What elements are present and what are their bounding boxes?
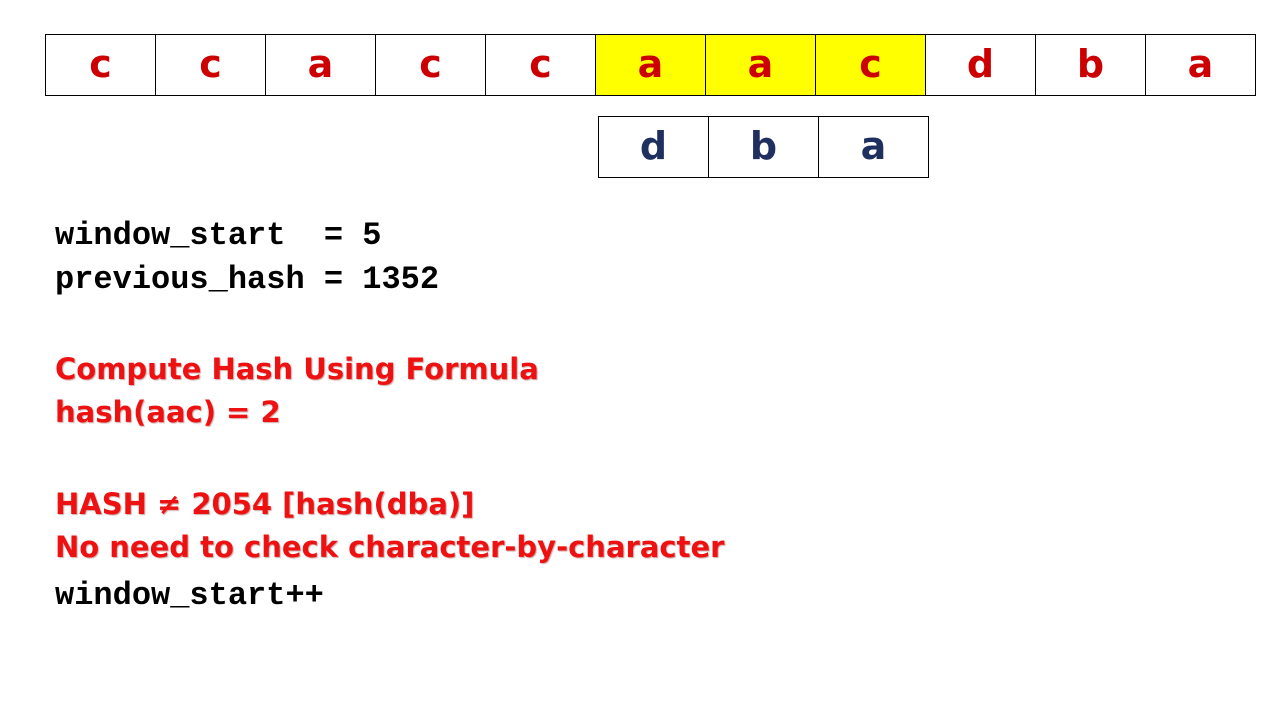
text-char: c xyxy=(419,42,442,86)
text-cell: d xyxy=(926,35,1036,96)
text-char: a xyxy=(307,42,334,86)
no-check-line: No need to check character-by-character xyxy=(55,530,725,564)
text-array: ccaccaacdba xyxy=(45,34,1256,96)
window-start-increment-line: window_start++ xyxy=(55,577,324,614)
text-char: b xyxy=(1076,42,1105,86)
pattern-char: d xyxy=(639,124,668,168)
text-cell: c xyxy=(46,35,156,96)
pattern-array: dba xyxy=(598,116,929,178)
text-cell: a xyxy=(1146,35,1256,96)
text-char: c xyxy=(859,42,882,86)
text-char: c xyxy=(89,42,112,86)
hash-value-line: hash(aac) = 2 xyxy=(55,395,281,429)
pattern-cell: d xyxy=(599,117,709,178)
text-char: a xyxy=(637,42,664,86)
text-char: a xyxy=(1187,42,1214,86)
pattern-char: b xyxy=(749,124,778,168)
compute-hash-title: Compute Hash Using Formula xyxy=(55,352,539,386)
text-char: a xyxy=(747,42,774,86)
pattern-char: a xyxy=(860,124,887,168)
pattern-cell: b xyxy=(709,117,819,178)
previous-hash-line: previous_hash = 1352 xyxy=(55,261,440,298)
text-cell: b xyxy=(1036,35,1146,96)
text-char: c xyxy=(199,42,222,86)
text-cell: a xyxy=(706,35,816,96)
text-cell: c xyxy=(376,35,486,96)
pattern-cell: a xyxy=(819,117,929,178)
window-start-line: window_start = 5 xyxy=(55,217,382,254)
text-char: c xyxy=(529,42,552,86)
text-cell: a xyxy=(266,35,376,96)
text-cell: a xyxy=(596,35,706,96)
hash-comparison-line: HASH ≠ 2054 [hash(dba)] xyxy=(55,487,475,521)
text-cell: c xyxy=(156,35,266,96)
text-cell: c xyxy=(486,35,596,96)
text-cell: c xyxy=(816,35,926,96)
text-char: d xyxy=(966,42,995,86)
